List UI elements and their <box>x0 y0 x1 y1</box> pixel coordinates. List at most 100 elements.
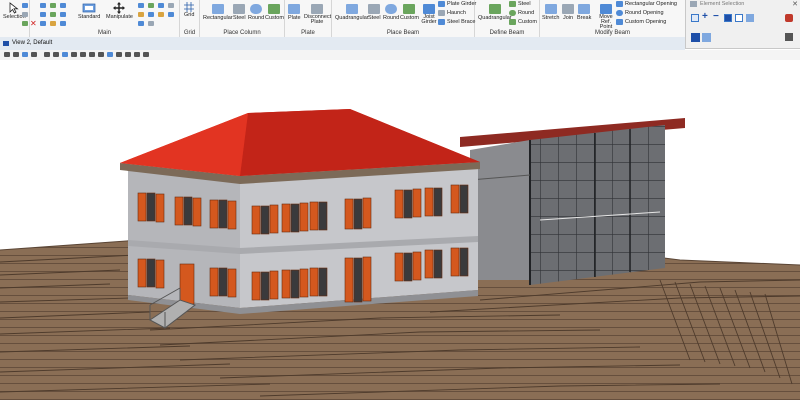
view-tool-icon[interactable] <box>22 52 28 57</box>
small-tool-icon[interactable] <box>22 3 28 8</box>
define-custom-button[interactable]: Custom <box>509 19 537 25</box>
group-plate-title: Plate <box>301 30 315 36</box>
small-tool-icon[interactable] <box>40 12 46 17</box>
joist-girder-button[interactable]: Joist Girder <box>421 4 437 25</box>
beam-quadrangular-button[interactable]: Quadrangular <box>335 4 369 21</box>
view-toolbar <box>0 50 800 60</box>
add-icon[interactable]: + <box>702 11 708 22</box>
pointer-icon <box>9 2 19 14</box>
stretch-button[interactable]: Stretch <box>542 4 559 21</box>
individual-mode-icon[interactable] <box>691 14 699 22</box>
view-tool-icon[interactable] <box>89 52 95 57</box>
standard-icon <box>82 3 96 13</box>
define-steel-button[interactable]: Steel <box>509 1 531 7</box>
subtract-icon[interactable]: − <box>713 11 719 22</box>
define-quadrangular-label: Quadrangular <box>478 15 512 21</box>
close-icon[interactable]: ✕ <box>792 0 798 8</box>
beam-quadrangular-label: Quadrangular <box>335 15 369 21</box>
small-tool-icon[interactable] <box>60 3 66 8</box>
small-tool-icon[interactable] <box>148 12 154 17</box>
small-tool-icon[interactable] <box>50 3 56 8</box>
view-tool-icon[interactable] <box>53 52 59 57</box>
disconnect-plate-label: Disconnect Plate <box>304 14 332 25</box>
small-tool-icon[interactable] <box>138 21 144 26</box>
small-tool-icon[interactable] <box>22 12 28 17</box>
beam-round-button[interactable]: Round <box>383 4 399 21</box>
custom-opening-button[interactable]: Custom Opening <box>616 19 666 25</box>
move-ref-point-button[interactable]: Move Ref. Point <box>594 4 618 30</box>
column-round-button[interactable]: Round <box>248 4 264 21</box>
column-rectangular-button[interactable]: Rectangular <box>203 4 233 21</box>
delete-icon[interactable]: ✕ <box>30 20 37 28</box>
view-tool-icon[interactable] <box>4 52 10 57</box>
group-place-beam-title: Place Beam <box>386 30 420 36</box>
view-tool-icon[interactable] <box>134 52 140 57</box>
view-tool-icon[interactable] <box>62 52 68 57</box>
round-opening-label: Round Opening <box>625 10 664 16</box>
red-selection-icon[interactable] <box>785 14 793 22</box>
print-icon[interactable] <box>785 33 793 41</box>
view-canvas[interactable] <box>0 60 800 400</box>
small-tool-icon[interactable] <box>148 21 154 26</box>
beam-custom-button[interactable]: Custom <box>400 4 419 21</box>
disconnect-plate-button[interactable]: Disconnect Plate <box>304 4 332 25</box>
join-label: Join <box>562 15 574 21</box>
small-tool-icon[interactable] <box>40 21 46 26</box>
ribbon: Selection ✕ Standard Manipulate Main Gri… <box>0 0 685 38</box>
grid-button[interactable]: Grid <box>184 2 194 18</box>
column-steel-button[interactable]: Steel <box>233 4 246 21</box>
invert-mode-icon[interactable] <box>724 14 732 22</box>
plate-label: Plate <box>288 15 301 21</box>
steel-brace-label: Steel Brace <box>447 19 476 25</box>
view-tool-icon[interactable] <box>80 52 86 57</box>
steel-brace-icon <box>438 19 445 25</box>
view-tool-icon[interactable] <box>98 52 104 57</box>
move-arrows-icon <box>113 2 126 14</box>
small-tool-icon[interactable] <box>138 3 144 8</box>
layer-selection-icon[interactable] <box>746 14 754 22</box>
small-tool-icon[interactable] <box>158 3 164 8</box>
element-selection-panel: Element Selection ✕ + − <box>685 0 800 49</box>
view-tool-icon[interactable] <box>71 52 77 57</box>
clear-mode-icon[interactable] <box>735 14 743 22</box>
view-tool-icon[interactable] <box>13 52 19 57</box>
manipulate-button[interactable]: Manipulate <box>106 2 133 20</box>
small-tool-icon[interactable] <box>138 12 144 17</box>
beam-steel-button[interactable]: Steel <box>368 4 381 21</box>
steel-brace-button[interactable]: Steel Brace <box>438 19 475 25</box>
view-tool-icon[interactable] <box>107 52 113 57</box>
standard-button[interactable]: Standard <box>78 2 100 20</box>
shape-block-icon[interactable] <box>702 33 711 42</box>
small-tool-icon[interactable] <box>158 12 164 17</box>
small-tool-icon[interactable] <box>22 21 28 26</box>
view-tool-icon[interactable] <box>116 52 122 57</box>
small-tool-icon[interactable] <box>168 12 174 17</box>
custom-opening-icon <box>616 19 623 25</box>
plate-button[interactable]: Plate <box>288 4 301 21</box>
define-round-button[interactable]: Round <box>509 10 534 16</box>
view-tool-icon[interactable] <box>125 52 131 57</box>
small-tool-icon[interactable] <box>50 12 56 17</box>
small-tool-icon[interactable] <box>60 21 66 26</box>
break-button[interactable]: Break <box>577 4 591 21</box>
small-tool-icon[interactable] <box>50 21 56 26</box>
small-tool-icon[interactable] <box>148 3 154 8</box>
plate-girder-icon <box>438 1 445 7</box>
method-block-icon[interactable] <box>691 33 700 42</box>
small-tool-icon[interactable] <box>60 12 66 17</box>
small-tool-icon[interactable] <box>168 3 174 8</box>
rectangular-opening-button[interactable]: Rectangular Opening <box>616 1 677 7</box>
small-tool-icon[interactable] <box>40 3 46 8</box>
view-tool-icon[interactable] <box>44 52 50 57</box>
view-tool-icon[interactable] <box>143 52 149 57</box>
beam-custom-label: Custom <box>400 15 419 21</box>
plate-girder-button[interactable]: Plate Girder <box>438 1 476 7</box>
view-tool-icon[interactable] <box>31 52 37 57</box>
haunch-button[interactable]: Haunch <box>438 10 466 16</box>
column-custom-button[interactable]: Custom <box>265 4 284 21</box>
beam-steel-label: Steel <box>368 15 381 21</box>
define-quadrangular-button[interactable]: Quadrangular <box>478 4 512 21</box>
round-opening-button[interactable]: Round Opening <box>616 10 664 16</box>
building-model-3d[interactable] <box>0 60 800 400</box>
join-button[interactable]: Join <box>562 4 574 21</box>
